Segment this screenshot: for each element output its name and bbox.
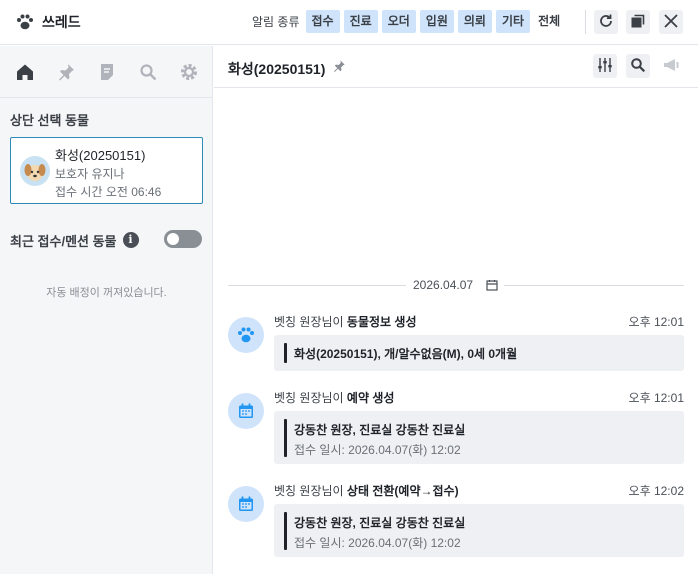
animal-owner: 보호자 유지나 <box>55 167 125 181</box>
sliders-icon <box>597 57 613 76</box>
calendar-icon <box>228 393 264 429</box>
event-action: 예약 생성 <box>346 391 395 405</box>
recent-animals-title: 최근 접수/멘션 동물 <box>10 233 117 249</box>
top-bar: 쓰레드 알림 종류 접수 진료 오더 입원 의뢰 기타 전체 <box>0 0 698 45</box>
date-label: 2026.04.07 <box>413 278 474 292</box>
filter-chip-referral[interactable]: 의뢰 <box>457 10 492 33</box>
event-actor: 벳칭 원장님이 <box>274 391 344 405</box>
toggle-knob <box>167 233 179 245</box>
app-title: 쓰레드 <box>42 14 81 30</box>
close-icon <box>663 13 679 32</box>
event-main-text: 강동찬 원장, 진료실 강동찬 진료실 <box>294 516 466 530</box>
thread-event: 벳칭 원장님이 예약 생성 오후 12:01 강동찬 원장, 진료실 강동찬 진… <box>228 389 684 469</box>
sidebar: 상단 선택 동물 화성(20250151) 보호자 유지나 접수 시간 오전 0… <box>0 46 213 574</box>
thread-header: 화성(20250151) <box>214 46 698 88</box>
event-header: 벳칭 원장님이 예약 생성 <box>274 389 394 406</box>
notification-filters: 알림 종류 접수 진료 오더 입원 의뢰 기타 전체 <box>252 10 564 33</box>
search-icon <box>630 57 646 76</box>
auto-assign-toggle[interactable] <box>164 230 202 248</box>
paw-icon <box>228 317 264 353</box>
refresh-icon <box>598 13 614 32</box>
pin-icon[interactable] <box>55 61 77 83</box>
filter-settings-button[interactable] <box>593 54 617 78</box>
event-header: 벳칭 원장님이 상태 전환(예약→접수) <box>274 482 459 499</box>
event-sub-text: 접수 일시: 2026.04.07(화) 12:02 <box>294 536 461 550</box>
search-icon[interactable] <box>137 61 159 83</box>
thread-title: 화성(20250151) <box>228 61 326 77</box>
calendar-icon <box>228 486 264 522</box>
info-icon[interactable]: i <box>122 232 139 248</box>
filter-chip-all[interactable]: 전체 <box>534 10 564 33</box>
thread-event: 벳칭 원장님이 상태 전환(예약→접수) 오후 12:02 강동찬 원장, 진료… <box>228 482 684 562</box>
popout-button[interactable] <box>626 10 650 34</box>
event-header: 벳칭 원장님이 동물정보 생성 <box>274 313 417 330</box>
search-button[interactable] <box>626 54 650 78</box>
refresh-button[interactable] <box>594 10 618 34</box>
note-icon[interactable] <box>96 61 118 83</box>
event-action: 상태 전환(예약→접수) <box>346 484 459 498</box>
event-time: 오후 12:02 <box>628 484 684 498</box>
filter-chip-hospitalization[interactable]: 입원 <box>419 10 454 33</box>
paw-icon <box>16 14 34 30</box>
event-time: 오후 12:01 <box>628 391 684 405</box>
filter-chip-order[interactable]: 오더 <box>381 10 416 33</box>
event-action: 동물정보 생성 <box>346 315 417 329</box>
event-accent-bar <box>284 512 287 550</box>
event-accent-bar <box>284 419 287 457</box>
event-time: 오후 12:01 <box>628 315 684 329</box>
gear-icon[interactable] <box>178 61 200 83</box>
announce-button[interactable] <box>659 54 683 78</box>
event-content[interactable]: 화성(20250151), 개/알수없음(M), 0세 0개월 <box>274 335 684 371</box>
divider <box>585 10 586 34</box>
thread-panel: 화성(20250151) 2026.04.07 벳칭 원장님이 동물정보 생성 … <box>214 46 698 574</box>
calendar-icon <box>486 279 498 294</box>
brand: 쓰레드 <box>16 12 81 32</box>
dog-avatar <box>20 156 50 186</box>
event-accent-bar <box>284 343 287 363</box>
close-button[interactable] <box>659 10 683 34</box>
event-actor: 벳칭 원장님이 <box>274 315 344 329</box>
reception-time: 접수 시간 오전 06:46 <box>55 185 162 199</box>
filter-label: 알림 종류 <box>252 15 300 29</box>
event-main-text: 화성(20250151), 개/알수없음(M), 0세 0개월 <box>294 347 518 361</box>
event-sub-text: 접수 일시: 2026.04.07(화) 12:02 <box>294 443 461 457</box>
megaphone-icon <box>662 57 680 76</box>
animal-name: 화성(20250151) <box>55 148 146 163</box>
auto-assign-message: 자동 배정이 꺼져있습니다. <box>46 287 167 299</box>
filter-chip-other[interactable]: 기타 <box>495 10 531 33</box>
thread-event: 벳칭 원장님이 동물정보 생성 오후 12:01 화성(20250151), 개… <box>228 313 684 373</box>
filter-chip-reception[interactable]: 접수 <box>305 10 340 33</box>
event-content[interactable]: 강동찬 원장, 진료실 강동찬 진료실 접수 일시: 2026.04.07(화)… <box>274 504 684 557</box>
date-separator: 2026.04.07 <box>228 275 684 295</box>
home-icon[interactable] <box>14 61 36 83</box>
filter-chip-treatment[interactable]: 진료 <box>343 10 378 33</box>
selected-animal-title: 상단 선택 동물 <box>10 113 89 128</box>
event-actor: 벳칭 원장님이 <box>274 484 344 498</box>
pin-icon[interactable] <box>332 59 346 76</box>
sidebar-tabs <box>0 46 212 98</box>
event-content[interactable]: 강동찬 원장, 진료실 강동찬 진료실 접수 일시: 2026.04.07(화)… <box>274 411 684 464</box>
selected-animal-card[interactable]: 화성(20250151) 보호자 유지나 접수 시간 오전 06:46 <box>10 137 203 204</box>
event-main-text: 강동찬 원장, 진료실 강동찬 진료실 <box>294 423 466 437</box>
window-icon <box>630 13 646 32</box>
